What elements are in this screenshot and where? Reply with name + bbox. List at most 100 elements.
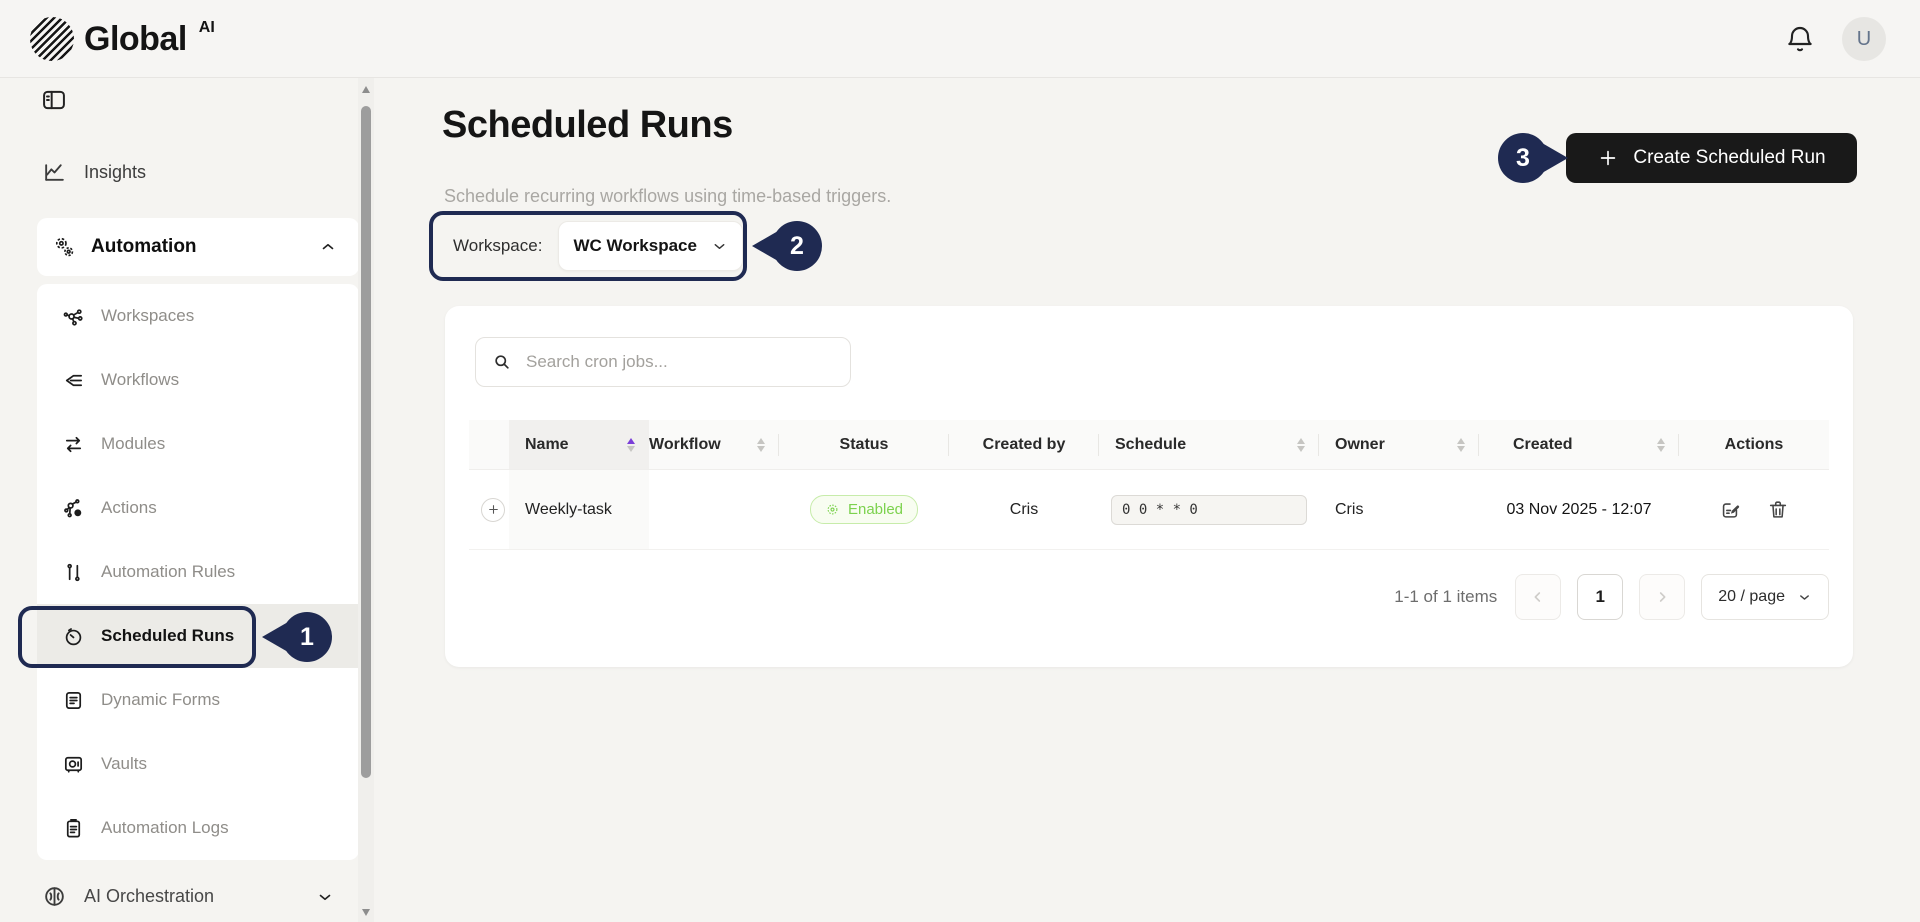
workspace-dropdown[interactable]: WC Workspace bbox=[558, 221, 743, 271]
sidebar-item-label: Workspaces bbox=[101, 306, 194, 326]
status-gear-icon bbox=[825, 502, 840, 517]
notifications-bell-icon[interactable] bbox=[1784, 24, 1816, 56]
cell-created-by: Cris bbox=[949, 470, 1099, 549]
sidebar-item-label: Automation Rules bbox=[101, 562, 235, 582]
cell-expand bbox=[469, 470, 509, 549]
column-label: Status bbox=[840, 436, 889, 454]
annotation-marker-3: 3 bbox=[1498, 133, 1548, 183]
chevron-down-icon bbox=[711, 238, 728, 255]
cell-status: Enabled bbox=[779, 470, 949, 549]
column-label: Name bbox=[525, 436, 569, 454]
header-workflow[interactable]: Workflow bbox=[649, 420, 779, 469]
table-row: Weekly-task Enabled Cris 0 0 * * 0 Cris … bbox=[469, 470, 1829, 550]
search-input[interactable] bbox=[526, 352, 834, 372]
insights-chart-icon bbox=[42, 160, 67, 185]
workspace-label: Workspace: bbox=[453, 236, 542, 256]
sidebar-item-automation-rules[interactable]: Automation Rules bbox=[37, 540, 359, 604]
column-label: Created bbox=[1513, 436, 1573, 454]
sidebar-collapse-icon[interactable] bbox=[40, 86, 68, 114]
create-scheduled-run-button[interactable]: Create Scheduled Run bbox=[1566, 133, 1857, 183]
sidebar-item-automation-logs[interactable]: Automation Logs bbox=[37, 796, 359, 860]
page-size-select[interactable]: 20 / page bbox=[1701, 574, 1829, 620]
cell-actions bbox=[1679, 470, 1829, 549]
marker-number: 3 bbox=[1516, 144, 1530, 173]
sort-carets-icon[interactable] bbox=[1297, 438, 1305, 452]
workspace-selector-highlight: Workspace: WC Workspace bbox=[429, 211, 747, 281]
header-name[interactable]: Name bbox=[509, 420, 649, 469]
sidebar: Insights Automation Workspaces bbox=[0, 78, 358, 922]
logo-text: Global bbox=[84, 17, 187, 61]
workspaces-network-icon bbox=[62, 305, 85, 328]
annotation-marker-1: 1 bbox=[282, 612, 332, 662]
sidebar-item-modules[interactable]: Modules bbox=[37, 412, 359, 476]
sidebar-item-label: Insights bbox=[84, 162, 146, 183]
sidebar-group-label: Automation bbox=[91, 236, 197, 258]
sidebar-item-insights[interactable]: Insights bbox=[42, 160, 146, 185]
scrollbar-thumb[interactable] bbox=[361, 106, 371, 778]
marker-number: 1 bbox=[300, 623, 314, 652]
sidebar-group-automation[interactable]: Automation bbox=[37, 218, 359, 276]
table-header-row: Name Workflow Status Created by Schedule… bbox=[469, 420, 1829, 470]
edit-icon[interactable] bbox=[1719, 499, 1741, 521]
pagination-prev-button[interactable] bbox=[1515, 574, 1561, 620]
sort-carets-icon[interactable] bbox=[757, 438, 765, 452]
actions-network-bolt-icon bbox=[62, 497, 85, 520]
top-header: Global AI U bbox=[0, 0, 1920, 78]
scheduled-runs-card: Name Workflow Status Created by Schedule… bbox=[445, 306, 1853, 667]
expand-row-icon[interactable] bbox=[481, 498, 505, 522]
sidebar-group-ai-orchestration[interactable]: AI Orchestration bbox=[42, 884, 342, 909]
column-label: Created by bbox=[983, 436, 1066, 454]
sidebar-item-label: Scheduled Runs bbox=[101, 626, 234, 646]
user-avatar[interactable]: U bbox=[1842, 17, 1886, 61]
sidebar-item-workspaces[interactable]: Workspaces bbox=[37, 284, 359, 348]
cron-expression-field[interactable]: 0 0 * * 0 bbox=[1111, 495, 1307, 525]
ai-orchestration-brain-icon bbox=[42, 884, 67, 909]
status-label: Enabled bbox=[848, 501, 903, 518]
create-button-label: Create Scheduled Run bbox=[1633, 147, 1825, 169]
plus-icon bbox=[1597, 147, 1619, 169]
pagination-next-button[interactable] bbox=[1639, 574, 1685, 620]
app-logo: Global AI bbox=[30, 17, 215, 61]
header-created-by: Created by bbox=[949, 420, 1099, 469]
scrollbar-up-arrow-icon[interactable] bbox=[362, 86, 370, 93]
sidebar-item-dynamic-forms[interactable]: Dynamic Forms bbox=[37, 668, 359, 732]
sidebar-scrollbar[interactable] bbox=[358, 78, 374, 922]
sidebar-item-label: Actions bbox=[101, 498, 157, 518]
page-title: Scheduled Runs bbox=[442, 104, 733, 147]
logo-hatched-circle-icon bbox=[30, 17, 74, 61]
sort-carets-icon[interactable] bbox=[1457, 438, 1465, 452]
sidebar-item-label: Modules bbox=[101, 434, 165, 454]
page-subtitle: Schedule recurring workflows using time-… bbox=[444, 186, 891, 207]
sidebar-item-actions[interactable]: Actions bbox=[37, 476, 359, 540]
sidebar-item-label: Vaults bbox=[101, 754, 147, 774]
page-size-value: 20 / page bbox=[1718, 588, 1785, 606]
search-icon bbox=[492, 352, 512, 372]
search-box bbox=[475, 337, 851, 387]
pagination-page-1[interactable]: 1 bbox=[1577, 574, 1623, 620]
workspace-value: WC Workspace bbox=[574, 236, 697, 256]
header-owner[interactable]: Owner bbox=[1319, 420, 1479, 469]
sort-carets-icon[interactable] bbox=[1657, 438, 1665, 452]
modules-swap-icon bbox=[62, 433, 85, 456]
status-badge: Enabled bbox=[810, 495, 918, 524]
scheduled-runs-table: Name Workflow Status Created by Schedule… bbox=[469, 420, 1829, 550]
delete-trash-icon[interactable] bbox=[1767, 499, 1789, 521]
sidebar-item-label: Dynamic Forms bbox=[101, 690, 220, 710]
dynamic-forms-document-icon bbox=[62, 689, 85, 712]
cell-created: 03 Nov 2025 - 12:07 bbox=[1479, 470, 1679, 549]
sidebar-automation-submenu: Workspaces Workflows Modules bbox=[37, 284, 359, 860]
sidebar-item-label: Workflows bbox=[101, 370, 179, 390]
chevron-down-icon bbox=[316, 888, 334, 906]
sort-carets-icon[interactable] bbox=[627, 438, 635, 452]
sidebar-item-vaults[interactable]: Vaults bbox=[37, 732, 359, 796]
header-expand bbox=[469, 420, 509, 469]
header-schedule[interactable]: Schedule bbox=[1099, 420, 1319, 469]
logo-superscript: AI bbox=[199, 19, 215, 37]
header-created[interactable]: Created bbox=[1479, 420, 1679, 469]
workflows-merge-icon bbox=[62, 369, 85, 392]
avatar-initial: U bbox=[1857, 28, 1871, 51]
cell-schedule: 0 0 * * 0 bbox=[1099, 470, 1319, 549]
column-label: Schedule bbox=[1115, 436, 1186, 454]
scrollbar-down-arrow-icon[interactable] bbox=[362, 909, 370, 916]
sidebar-item-workflows[interactable]: Workflows bbox=[37, 348, 359, 412]
